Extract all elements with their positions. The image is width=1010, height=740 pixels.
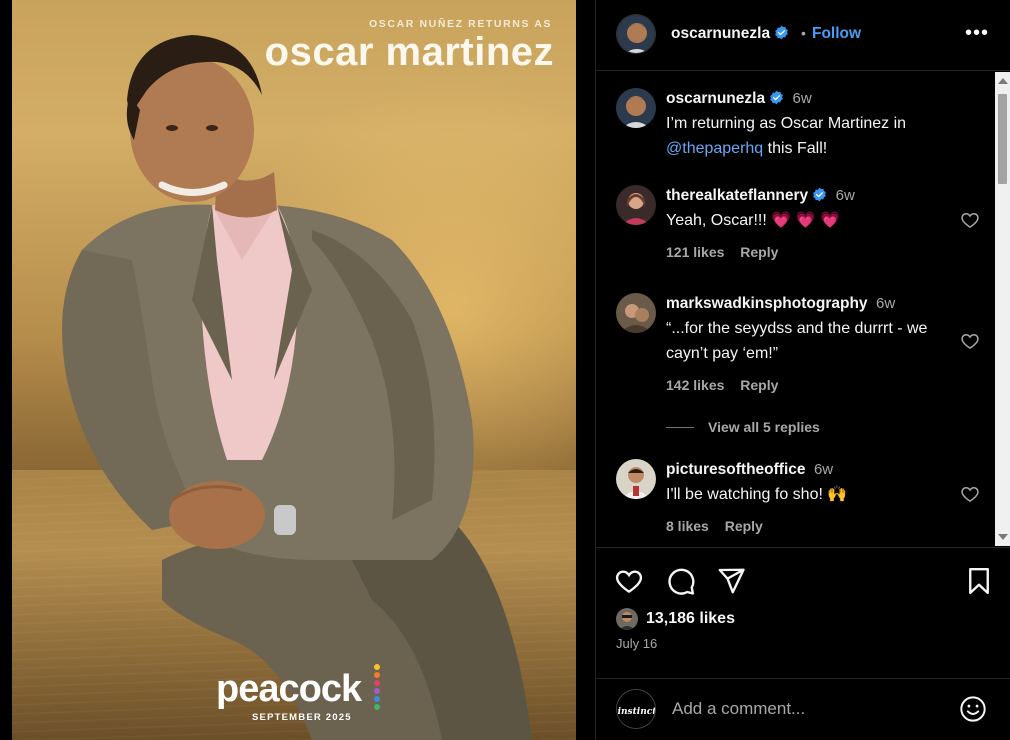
heart-icon[interactable] <box>614 566 644 596</box>
separator-dot: • <box>801 25 806 41</box>
bookmark-icon[interactable] <box>964 566 994 596</box>
follow-button[interactable]: Follow <box>812 25 861 43</box>
commenter-avatar[interactable] <box>616 459 656 499</box>
comment-likes[interactable]: 121 likes <box>666 244 724 260</box>
likes-count[interactable]: 13,186 likes <box>646 610 735 628</box>
post-image[interactable]: OSCAR NUÑEZ RETURNS AS oscar martinez pe… <box>12 0 576 740</box>
commenter-username[interactable]: therealkateflannery <box>666 187 808 204</box>
liker-avatar <box>616 608 638 630</box>
add-comment-bar: instinct Add a comment... <box>596 678 1010 738</box>
promo-kicker: OSCAR NUÑEZ RETURNS AS <box>369 18 552 30</box>
author-avatar[interactable] <box>616 14 656 54</box>
comment-time: 6w <box>876 295 896 312</box>
share-icon[interactable] <box>716 566 746 596</box>
actor-figure <box>62 35 532 740</box>
reply-button[interactable]: Reply <box>725 518 763 534</box>
comment-text: Yeah, Oscar!!! 💗 💗 💗 <box>666 212 840 229</box>
post-sidebar: oscarnunezla • Follow ••• oscarnunezla 6… <box>595 0 1010 740</box>
caption-username[interactable]: oscarnunezla <box>666 90 765 107</box>
reply-button[interactable]: Reply <box>740 244 778 260</box>
commenter-username[interactable]: markswadkinsphotography <box>666 295 868 312</box>
view-replies-link[interactable]: View all 5 replies <box>666 419 820 435</box>
emoji-icon[interactable] <box>959 695 987 723</box>
verified-badge-icon <box>813 187 827 202</box>
comments-scrollbar[interactable] <box>995 72 1010 546</box>
promo-title: oscar martinez <box>264 30 554 74</box>
comment-likes[interactable]: 142 likes <box>666 377 724 393</box>
current-user-avatar: instinct <box>616 689 656 729</box>
author-username[interactable]: oscarnunezla <box>671 25 789 43</box>
author-avatar[interactable] <box>616 88 656 128</box>
verified-badge-icon <box>775 25 788 40</box>
comments-list[interactable]: oscarnunezla 6w I’m returning as Oscar M… <box>596 72 1010 546</box>
caption-text: I’m returning as Oscar Martinez in <box>666 115 907 132</box>
caption-text-end: this Fall! <box>763 140 828 157</box>
scroll-down-arrow-icon[interactable] <box>998 534 1008 540</box>
more-options-icon[interactable]: ••• <box>965 22 989 45</box>
commenter-username[interactable]: picturesoftheoffice <box>666 461 806 478</box>
like-comment-heart-icon[interactable] <box>960 210 980 230</box>
post-header: oscarnunezla • Follow ••• <box>596 0 1010 71</box>
post-actions: 13,186 likes July 16 instinct Add a comm… <box>596 547 1010 737</box>
commenter-avatar[interactable] <box>616 293 656 333</box>
comment-time: 6w <box>813 461 834 478</box>
verified-badge-icon <box>770 90 783 105</box>
post-date: July 16 <box>616 636 658 651</box>
like-comment-heart-icon[interactable] <box>960 484 980 504</box>
scroll-up-arrow-icon[interactable] <box>998 78 1008 84</box>
comment-icon[interactable] <box>666 566 696 596</box>
like-comment-heart-icon[interactable] <box>960 331 980 351</box>
mention-link[interactable]: @thepaperhq <box>666 140 763 157</box>
peacock-dots-icon <box>374 664 382 712</box>
scrollbar-thumb[interactable] <box>998 94 1007 184</box>
commenter-avatar[interactable] <box>616 185 656 225</box>
comment-input[interactable]: Add a comment... <box>672 699 805 719</box>
comment-time: 6w <box>835 187 855 204</box>
reply-button[interactable]: Reply <box>740 377 778 393</box>
comment-text: “...for the seyydss and the durrrt - we … <box>666 320 928 362</box>
promo-date: SEPTEMBER 2025 <box>252 712 352 723</box>
comment-likes[interactable]: 8 likes <box>666 518 709 534</box>
caption-time: 6w <box>792 90 812 107</box>
svg-text:instinct: instinct <box>618 707 656 717</box>
comment-text: I'll be watching fo sho! 🙌 <box>666 486 848 503</box>
peacock-logo: peacock <box>216 668 362 710</box>
